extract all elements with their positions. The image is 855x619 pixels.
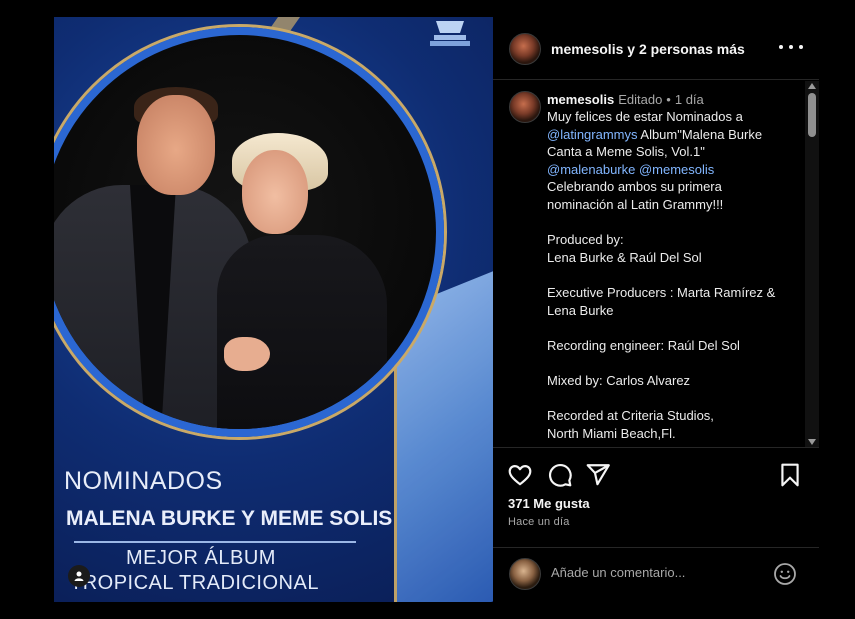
header-username[interactable]: memesolis <box>551 41 623 57</box>
caption-username[interactable]: memesolis <box>547 92 614 107</box>
caption-line: nominación al Latin Grammy!!! <box>547 196 724 212</box>
category-line-2: TROPICAL TRADICIONAL <box>70 572 319 594</box>
post-details-panel: memesolis y 2 personas más memesolis Edit… <box>493 17 819 602</box>
caption-time[interactable]: 1 día <box>675 92 704 107</box>
caption-line: North Miami Beach,Fl. <box>547 425 676 441</box>
caption-header: memesolis Editado • 1 día <box>547 91 704 108</box>
post-age: Hace un día <box>508 516 570 528</box>
header-coauthors[interactable]: y 2 personas más <box>623 41 745 57</box>
caption-line: Mixed by: Carlos Alvarez <box>547 372 691 388</box>
nominados-heading: NOMINADOS <box>64 467 223 495</box>
gramophone-trophy-icon <box>430 21 470 46</box>
separator-dot: • <box>666 92 671 107</box>
man-face-shape <box>137 95 215 195</box>
woman-hand-shape <box>224 337 270 371</box>
caption-fragment: Album"Malena Burke <box>637 126 763 142</box>
caption-avatar[interactable] <box>509 91 541 123</box>
mention-link[interactable]: @latingrammys <box>547 127 638 142</box>
caption-text: Muy felices de estar Nominados a @lating… <box>547 108 797 442</box>
comment-input[interactable]: Añade un comentario... <box>551 565 685 580</box>
divider-line <box>74 541 356 543</box>
caption-line: Recording engineer: Raúl Del Sol <box>547 337 740 353</box>
comment-icon[interactable] <box>547 462 573 488</box>
mention-link[interactable]: @malenaburke @memesolis <box>547 161 797 179</box>
portrait-circle <box>54 35 436 429</box>
caption-area: memesolis Editado • 1 día Muy felices de es… <box>493 81 819 447</box>
caption-line: Lena Burke <box>547 302 614 318</box>
action-bar: 371 Me gusta Hace un día <box>493 447 819 547</box>
caption-line: Celebrando ambos su primera <box>547 179 722 195</box>
bookmark-icon[interactable] <box>777 462 803 488</box>
caption-scrollbar[interactable] <box>805 81 819 447</box>
caption-line: Produced by: <box>547 232 624 248</box>
caption-line: Canta a Meme Solis, Vol.1" <box>547 144 705 160</box>
header-author: memesolis y 2 personas más <box>551 41 745 57</box>
comment-bar: Añade un comentario... <box>493 547 819 602</box>
more-horizontal-icon[interactable] <box>779 37 803 57</box>
caption-line: Lena Burke & Raúl Del Sol <box>547 249 702 265</box>
heart-icon[interactable] <box>507 462 533 488</box>
instagram-post-view: NOMINADOS MALENA BURKE Y MEME SOLIS MEJO… <box>0 0 855 619</box>
user-tag-icon[interactable] <box>68 565 90 587</box>
scroll-up-icon[interactable] <box>808 83 816 89</box>
nominees-names: MALENA BURKE Y MEME SOLIS <box>66 507 393 530</box>
caption-line: @latingrammys Album"Malena Burke <box>547 126 797 144</box>
viewer-avatar <box>509 558 541 590</box>
woman-dress-shape <box>217 235 387 429</box>
caption-line: Executive Producers : Marta Ramírez & <box>547 284 776 300</box>
caption-line: Recorded at Criteria Studios, <box>547 408 714 424</box>
post-image[interactable]: NOMINADOS MALENA BURKE Y MEME SOLIS MEJO… <box>54 17 493 602</box>
likes-count[interactable]: 371 Me gusta <box>508 496 590 511</box>
scroll-thumb[interactable] <box>808 93 816 137</box>
caption-line: Muy felices de estar Nominados a <box>547 109 743 124</box>
emoji-icon[interactable] <box>773 562 797 586</box>
send-icon[interactable] <box>585 462 611 488</box>
woman-face-shape <box>242 150 308 234</box>
post-header: memesolis y 2 personas más <box>493 17 819 80</box>
scroll-down-icon[interactable] <box>808 439 816 445</box>
edited-label: Editado <box>618 92 663 107</box>
author-avatar[interactable] <box>509 33 541 65</box>
category-line-1: MEJOR ÁLBUM <box>126 547 276 569</box>
